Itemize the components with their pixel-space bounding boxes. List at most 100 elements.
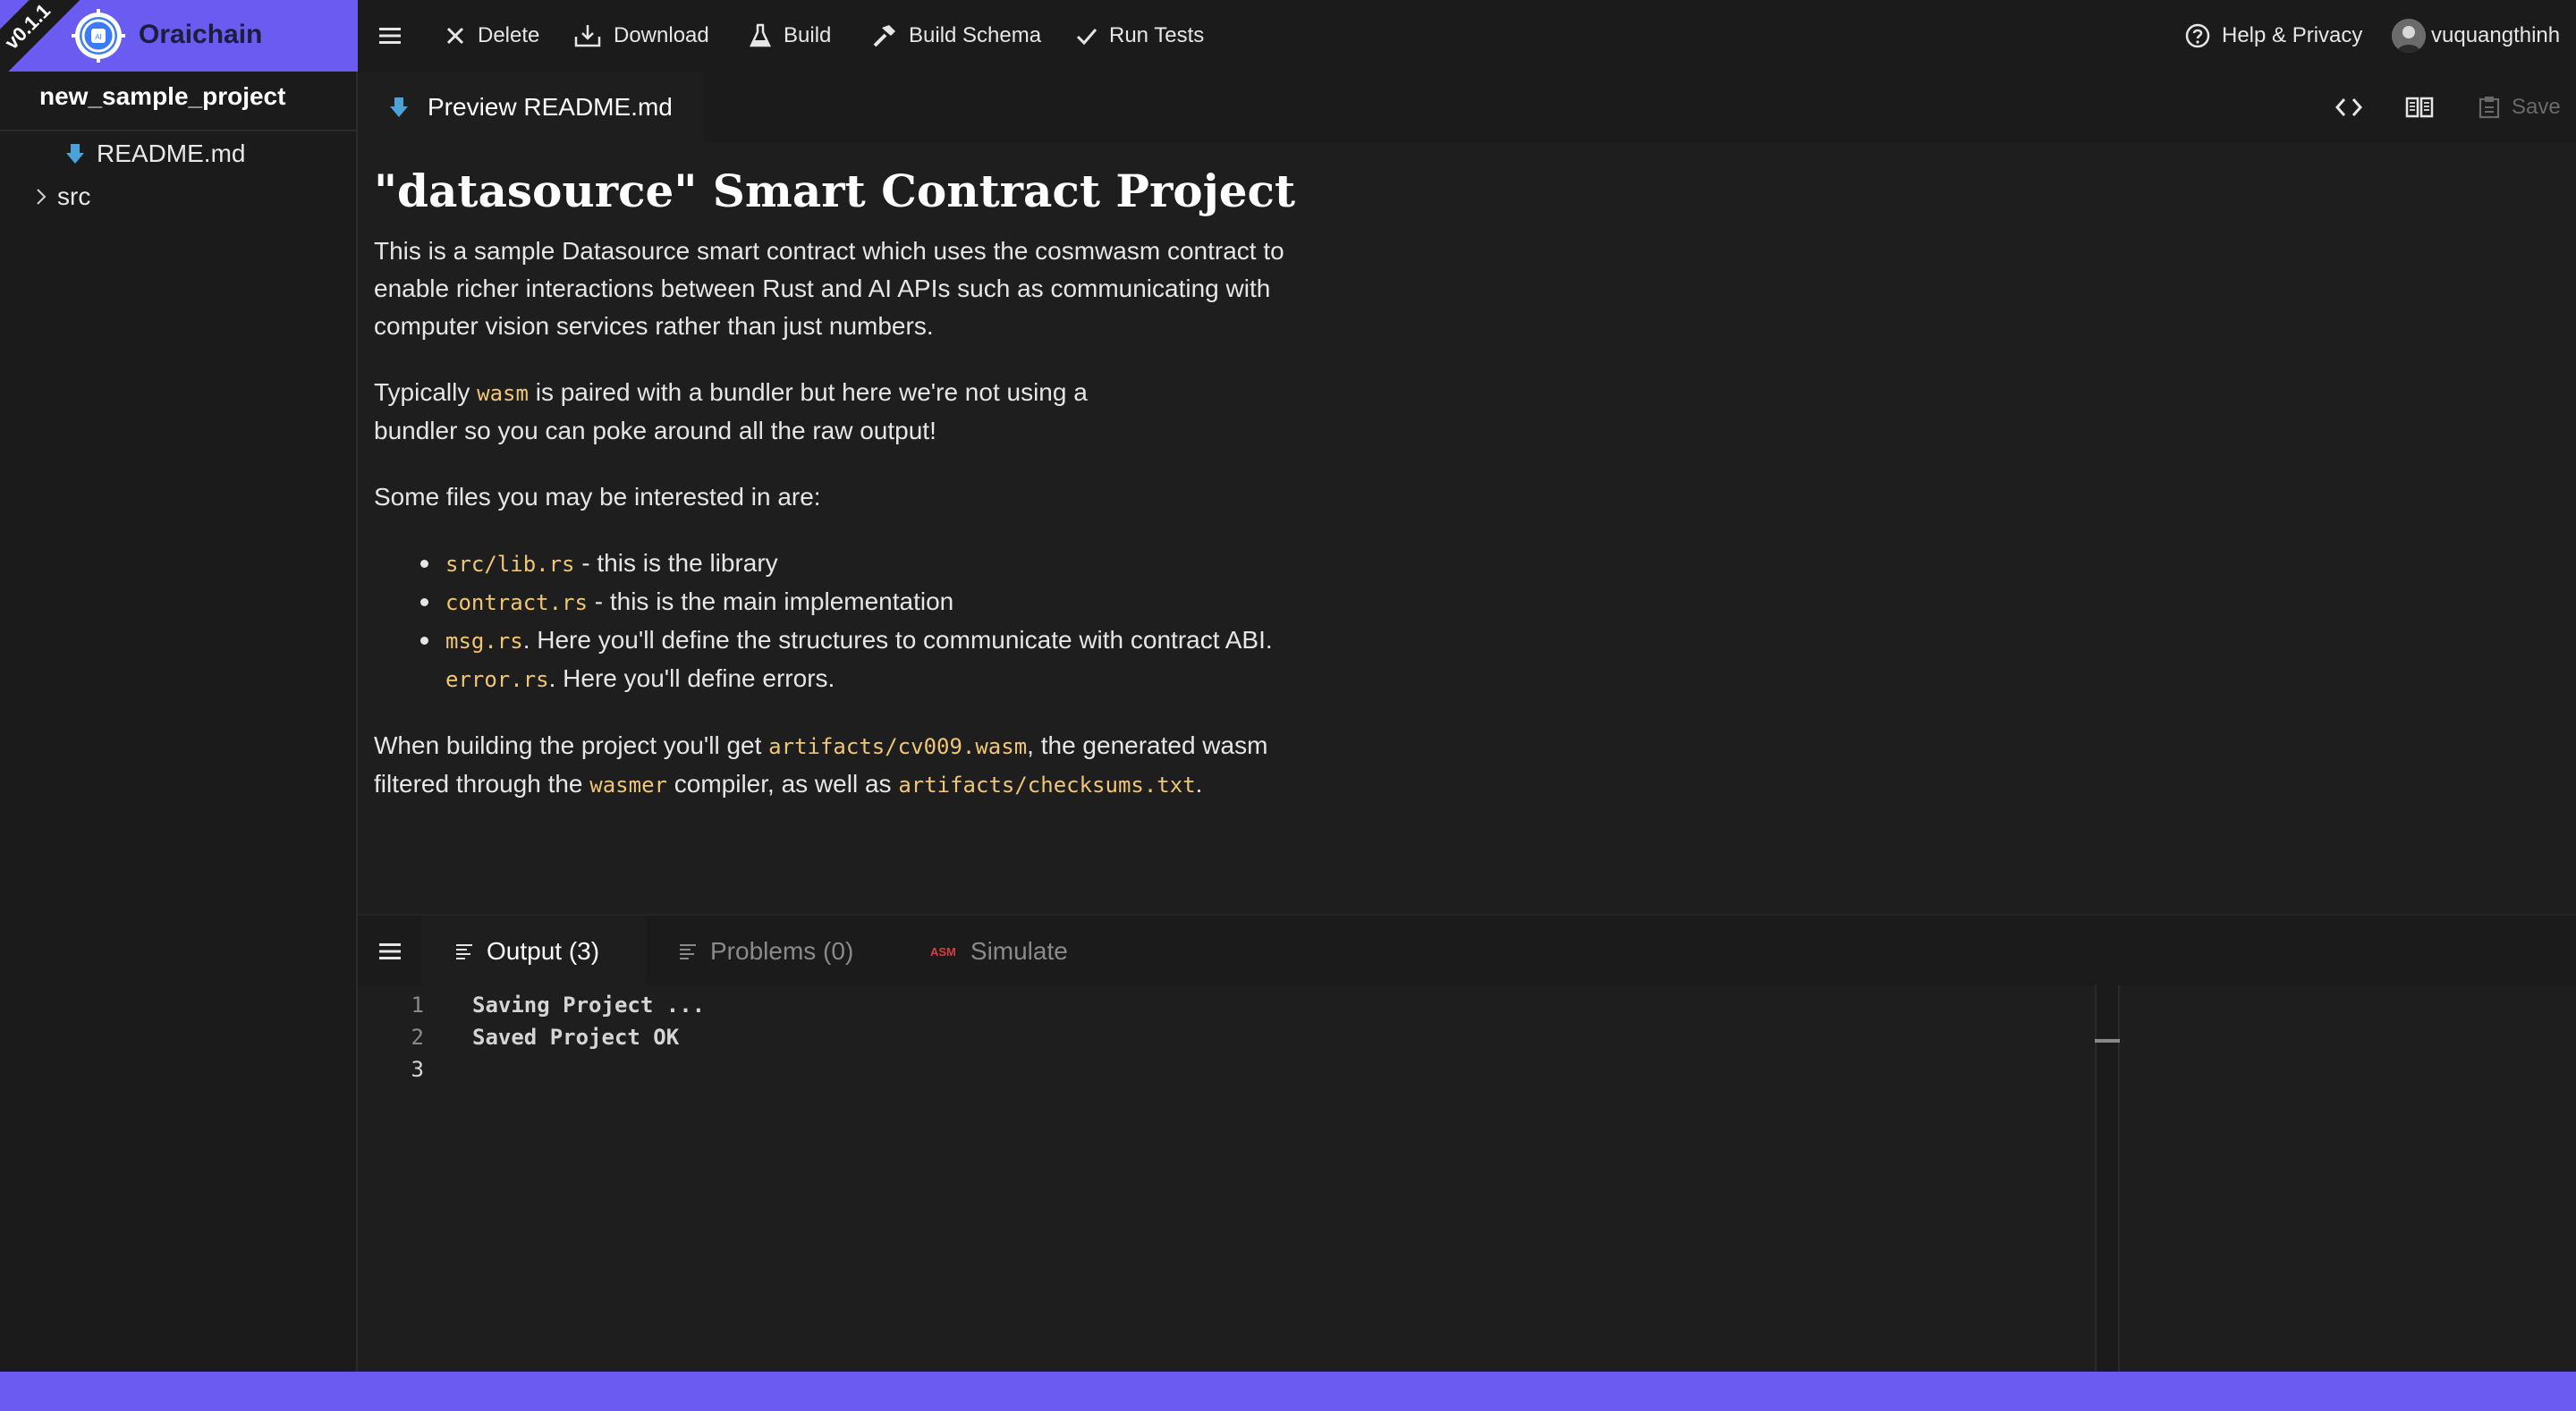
panel-menu-button[interactable] (377, 916, 402, 987)
tab-preview-readme[interactable]: Preview README.md (358, 72, 705, 143)
line-number: 3 (411, 1057, 424, 1082)
tab-label: Simulate (970, 937, 1068, 965)
output-line: 2 Saved Project OK (358, 1021, 680, 1053)
readme-title: "datasource" Smart Contract Project (374, 165, 1296, 217)
inline-code: artifacts/cv009.wasm (768, 734, 1028, 759)
inline-code: error.rs (445, 667, 549, 692)
tab-label: Problems (0) (710, 937, 854, 965)
tab-simulate[interactable]: ASM Simulate (930, 916, 1068, 987)
build-schema-button[interactable]: Build Schema (871, 0, 1041, 72)
user-menu[interactable]: vuquangthinh (2392, 0, 2560, 72)
text-segment: When building the project you'll get (374, 731, 769, 759)
brand-name: Oraichain (139, 20, 263, 49)
tab-label: Preview README.md (428, 93, 673, 121)
tab-output[interactable]: Output (3) (422, 916, 646, 987)
readme-paragraph-files: Some files you may be interested in are: (374, 483, 821, 511)
scrollbar-position-marker (2095, 1039, 2120, 1043)
asm-icon: ASM (930, 944, 956, 959)
flask-icon (750, 23, 771, 47)
inline-code: wasmer (589, 773, 667, 798)
oraichain-logo-icon: AI (72, 9, 125, 63)
tab-label: Output (3) (487, 937, 600, 965)
sidebar: v0.1.1 AI Oraichain new_sample_project R… (0, 0, 358, 1372)
svg-text:AI: AI (95, 33, 102, 41)
list-item: msg.rs. Here you'll define the structure… (420, 621, 1358, 660)
username: vuquangthinh (2431, 23, 2561, 47)
text-segment: . Here you'll define the structures to c… (522, 626, 1273, 654)
brand-header: v0.1.1 AI Oraichain (0, 0, 358, 72)
top-toolbar: Delete Download Build Build Schema Run T… (358, 0, 2576, 72)
sidebar-divider (0, 130, 358, 131)
build-schema-label: Build Schema (909, 23, 1042, 47)
text-segment: bundler so you can poke around all the r… (374, 417, 936, 444)
line-number: 1 (411, 993, 424, 1018)
run-tests-label: Run Tests (1109, 23, 1205, 47)
markdown-icon (66, 144, 84, 164)
output-line: 3 (358, 1053, 472, 1086)
text-segment: Typically (374, 378, 478, 406)
text-segment: , the generated wasm (1027, 731, 1268, 759)
text-segment: - this is the main implementation (587, 587, 954, 615)
view-source-button[interactable] (2334, 72, 2363, 143)
question-circle-icon (2185, 23, 2210, 48)
hammer-icon (873, 25, 895, 47)
text-segment: . Here you'll define errors. (548, 664, 835, 692)
help-privacy-button[interactable]: Help & Privacy (2184, 0, 2362, 72)
text-segment: filtered through the (374, 770, 590, 798)
markdown-preview: "datasource" Smart Contract Project This… (374, 150, 1358, 832)
line-number: 2 (411, 1025, 424, 1050)
text-segment: compiler, as well as (666, 770, 899, 798)
build-button[interactable]: Build (748, 0, 831, 72)
save-label: Save (2512, 95, 2561, 119)
list-item: src/lib.rs - this is the library (420, 545, 1358, 583)
download-icon (574, 25, 601, 47)
preview-toggle-button[interactable] (2404, 72, 2435, 143)
run-tests-button[interactable]: Run Tests (1075, 0, 1204, 72)
file-tree-item-src[interactable]: src (32, 179, 90, 215)
inline-code: msg.rs (445, 629, 523, 654)
output-console[interactable]: 1 Saving Project ... 2 Saved Project OK … (358, 985, 2576, 1372)
file-tree-label: README.md (97, 139, 246, 167)
chevron-right-icon (37, 189, 47, 205)
menu-button[interactable] (377, 0, 413, 72)
avatar (2392, 19, 2426, 53)
text-segment: - this is the library (574, 549, 778, 577)
delete-button[interactable]: Delete (444, 0, 539, 72)
hamburger-icon (379, 28, 401, 44)
file-tree-label: src (57, 182, 91, 210)
output-scrollbar[interactable] (2095, 985, 2120, 1372)
close-icon (446, 27, 464, 45)
inline-code: wasm (477, 381, 529, 406)
inline-code: artifacts/checksums.txt (898, 773, 1196, 798)
list-item: contract.rs - this is the main implement… (420, 583, 1358, 621)
line-text: Saving Project ... (472, 993, 706, 1018)
readme-paragraph-bundler: Typically wasm is paired with a bundler … (374, 374, 1358, 450)
delete-label: Delete (478, 23, 540, 47)
list-item: error.rs. Here you'll define errors. (445, 660, 1358, 698)
book-open-icon (2405, 97, 2434, 118)
text-lines-icon (680, 944, 696, 959)
readme-paragraph-intro: This is a sample Datasource smart contra… (374, 237, 1284, 340)
checkmark-icon (1076, 29, 1097, 46)
readme-paragraph-artifacts: When building the project you'll get art… (374, 727, 1358, 804)
build-label: Build (784, 23, 832, 47)
editor-tab-bar: Preview README.md Save (358, 72, 2576, 143)
tab-problems[interactable]: Problems (0) (678, 916, 853, 987)
inline-code: src/lib.rs (445, 552, 575, 577)
download-button[interactable]: Download (572, 0, 709, 72)
readme-file-list: src/lib.rs - this is the library contrac… (420, 545, 1358, 698)
file-tree-item-readme[interactable]: README.md (63, 136, 245, 172)
output-line: 1 Saving Project ... (358, 989, 706, 1021)
project-name[interactable]: new_sample_project (39, 82, 285, 111)
text-lines-icon (456, 944, 472, 959)
hamburger-icon (379, 943, 401, 959)
code-brackets-icon (2334, 98, 2363, 116)
text-segment: is paired with a bundler but here we're … (528, 378, 1088, 406)
text-segment: . (1195, 770, 1203, 798)
bottom-panel-tabs: Output (3) Problems (0) ASM Simulate (358, 914, 2576, 987)
line-text: Saved Project OK (472, 1025, 680, 1050)
markdown-icon (390, 97, 408, 117)
clipboard-save-icon (2479, 97, 2500, 119)
help-privacy-label: Help & Privacy (2222, 23, 2363, 47)
save-button[interactable]: Save (2478, 72, 2561, 143)
